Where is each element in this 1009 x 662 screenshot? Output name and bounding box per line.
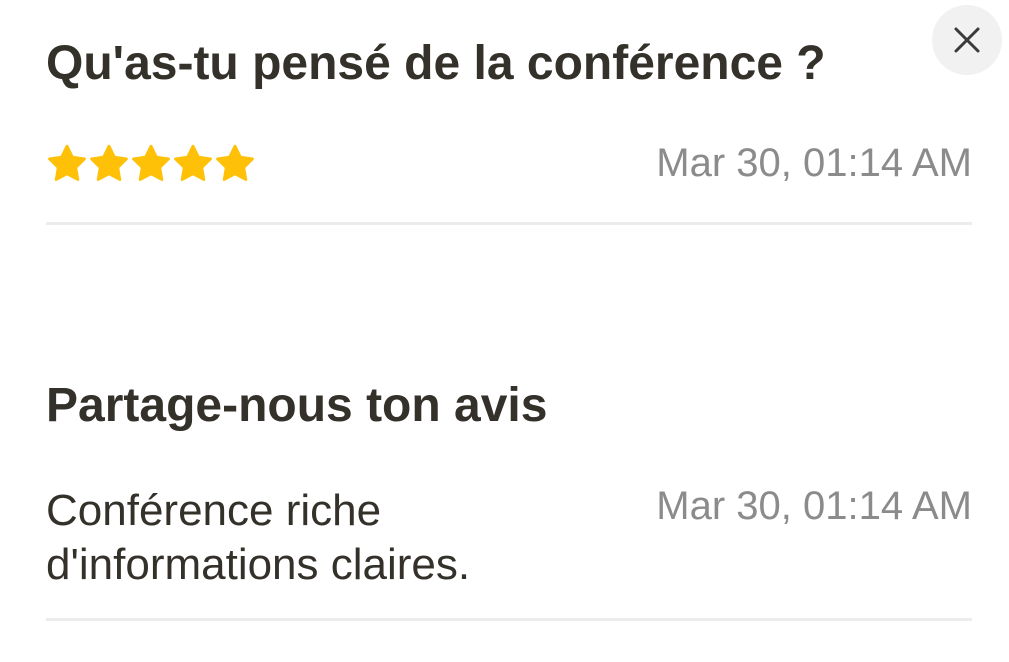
close-icon bbox=[954, 27, 980, 53]
question-title: Qu'as-tu pensé de la conférence ? bbox=[46, 37, 826, 90]
star-icon bbox=[174, 144, 212, 181]
star-rating bbox=[46, 143, 256, 185]
star-icon bbox=[216, 144, 254, 181]
star-icon bbox=[90, 144, 128, 181]
close-button[interactable] bbox=[932, 5, 1002, 75]
feedback-text: Conférence riche d'informations claires. bbox=[46, 486, 471, 589]
feedback-title: Partage-nous ton avis bbox=[46, 379, 548, 432]
rating-date: Mar 30, 01:14 AM bbox=[656, 141, 972, 185]
star-icon bbox=[132, 144, 170, 181]
divider bbox=[46, 618, 972, 621]
feedback-date: Mar 30, 01:14 AM bbox=[656, 484, 972, 528]
divider bbox=[46, 222, 972, 225]
star-icon bbox=[48, 144, 86, 181]
